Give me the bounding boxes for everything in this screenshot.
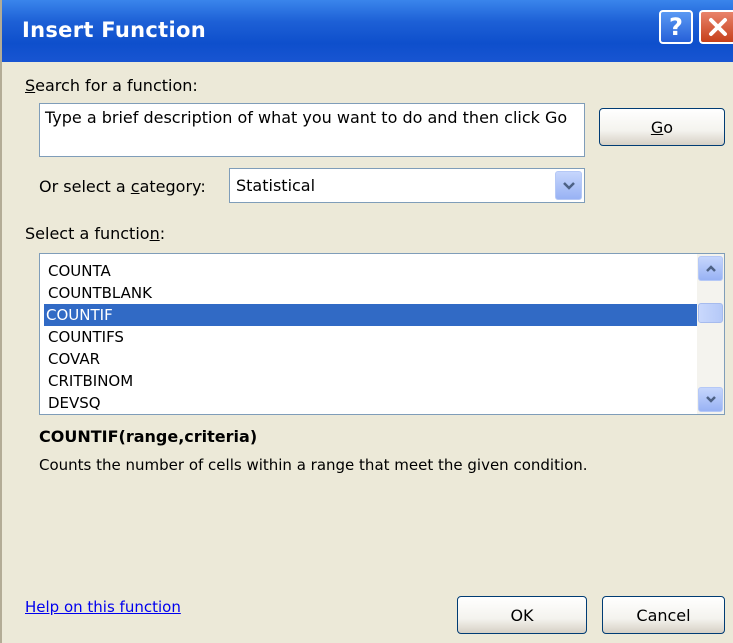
ok-button[interactable]: OK xyxy=(457,596,587,634)
cancel-button[interactable]: Cancel xyxy=(602,596,725,634)
list-item[interactable]: CRITBINOM xyxy=(46,370,696,392)
list-item[interactable]: DEVSQ xyxy=(46,392,696,414)
search-input[interactable]: Type a brief description of what you wan… xyxy=(39,103,585,157)
scroll-down-button[interactable] xyxy=(698,387,723,412)
chevron-up-icon xyxy=(705,265,716,272)
list-item[interactable]: COUNTIFS xyxy=(46,326,696,348)
list-item[interactable]: COUNTA xyxy=(46,260,696,282)
go-button[interactable]: Go xyxy=(599,108,725,146)
close-icon xyxy=(709,18,727,36)
scroll-thumb[interactable] xyxy=(698,303,723,323)
chevron-down-icon xyxy=(562,181,575,190)
function-signature: COUNTIF(range,criteria) xyxy=(39,427,258,446)
close-button[interactable] xyxy=(699,10,733,44)
question-icon: ? xyxy=(669,13,683,41)
category-select[interactable]: Statistical xyxy=(229,168,585,203)
vertical-scrollbar[interactable] xyxy=(697,254,724,414)
help-button[interactable]: ? xyxy=(659,10,693,44)
title-bar[interactable]: Insert Function ? xyxy=(2,0,733,62)
list-item[interactable]: COUNTBLANK xyxy=(46,282,696,304)
list-item-selected[interactable]: COUNTIF xyxy=(44,304,698,326)
insert-function-dialog: Insert Function ? Search for a function:… xyxy=(0,0,733,643)
category-label: Or select a category: xyxy=(39,177,206,196)
category-dropdown-button[interactable] xyxy=(555,171,582,200)
search-label: Search for a function: xyxy=(25,76,198,95)
function-list[interactable]: COUNTA COUNTBLANK COUNTIF COUNTIFS COVAR… xyxy=(39,253,725,415)
category-selected-value: Statistical xyxy=(236,176,316,195)
chevron-down-icon xyxy=(705,396,716,403)
function-list-label: Select a function: xyxy=(25,224,166,243)
function-description: Counts the number of cells within a rang… xyxy=(39,456,588,474)
scroll-up-button[interactable] xyxy=(698,256,723,281)
list-item[interactable]: COVAR xyxy=(46,348,696,370)
dialog-title: Insert Function xyxy=(22,18,206,42)
help-on-function-link[interactable]: Help on this function xyxy=(25,598,181,616)
